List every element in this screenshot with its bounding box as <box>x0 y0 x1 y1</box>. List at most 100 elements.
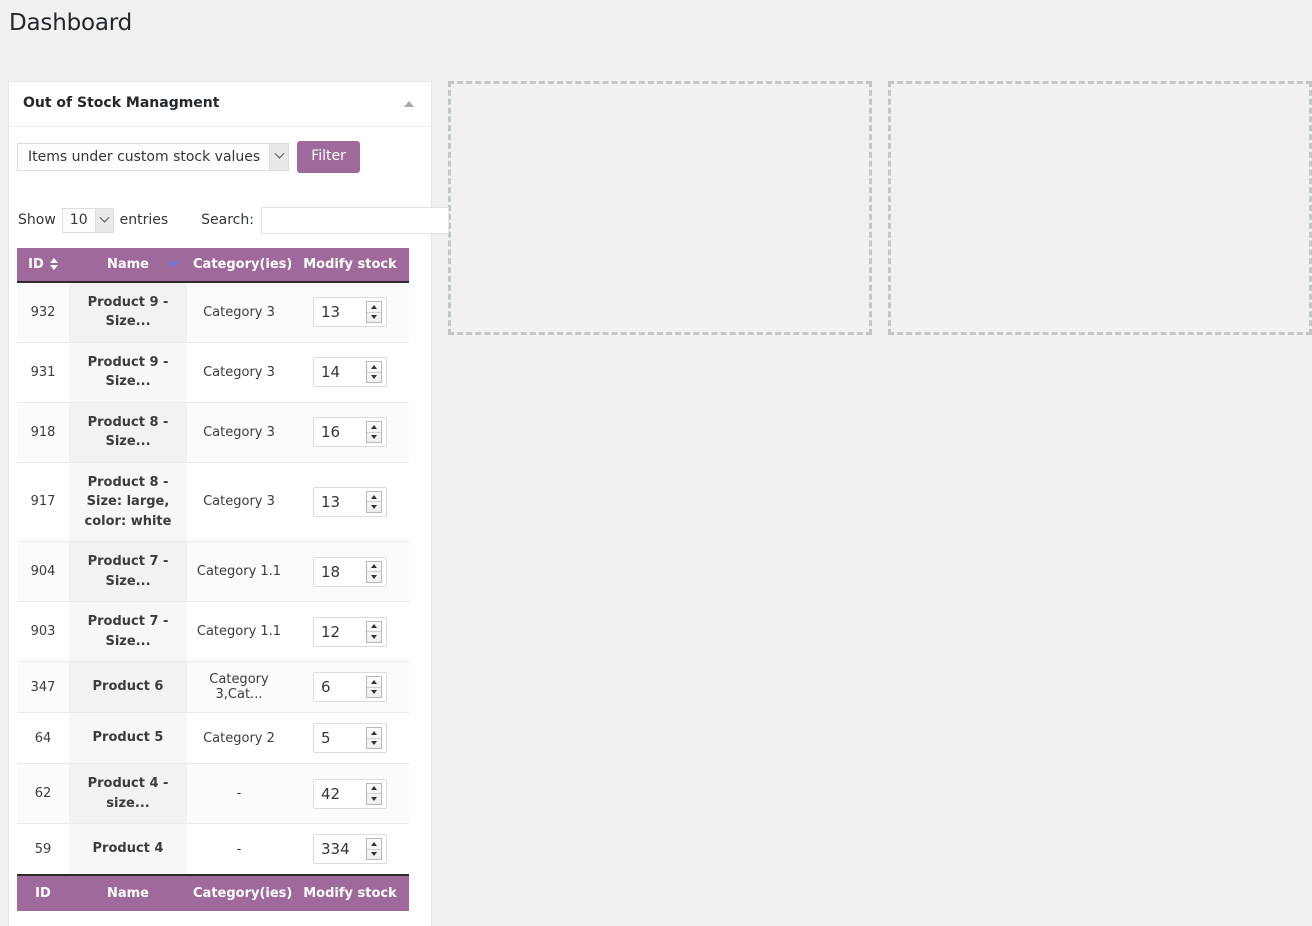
datatable-controls: Show 10 entries Search: <box>17 206 449 234</box>
stepper-increment-button[interactable] <box>367 728 381 739</box>
caret-up-icon <box>371 730 377 735</box>
stepper-increment-button[interactable] <box>367 492 381 503</box>
stock-filter-select-value: Items under custom stock values <box>28 148 261 165</box>
stock-stepper[interactable] <box>313 357 387 388</box>
table-header-row: ID Name Category(ies) Modify stock <box>17 247 409 283</box>
stepper-decrement-button[interactable] <box>367 688 381 698</box>
caret-down-icon <box>371 634 377 639</box>
stepper-buttons[interactable] <box>366 560 382 583</box>
stock-input[interactable] <box>314 779 366 808</box>
stepper-increment-button[interactable] <box>367 562 381 573</box>
stock-input[interactable] <box>314 358 366 387</box>
search-input[interactable] <box>260 206 449 234</box>
widget-dropzone-right[interactable] <box>888 80 1312 335</box>
stock-stepper[interactable] <box>313 834 387 865</box>
stepper-decrement-button[interactable] <box>367 850 381 860</box>
dashboard-column-right <box>888 43 1312 335</box>
chevron-down-icon[interactable] <box>94 208 113 232</box>
stock-input[interactable] <box>314 617 366 646</box>
stepper-increment-button[interactable] <box>367 677 381 688</box>
stock-stepper[interactable] <box>313 723 387 754</box>
stepper-decrement-button[interactable] <box>367 632 381 642</box>
column-header-id[interactable]: ID <box>17 247 69 283</box>
stepper-buttons[interactable] <box>366 727 382 750</box>
filter-button[interactable]: Filter <box>297 140 360 173</box>
stepper-increment-button[interactable] <box>367 302 381 313</box>
stepper-increment-button[interactable] <box>367 422 381 433</box>
stepper-increment-button[interactable] <box>367 622 381 633</box>
footer-column-categories: Category(ies) <box>187 874 292 912</box>
stock-table-head: ID Name Category(ies) Modify stock <box>17 247 409 283</box>
stepper-buttons[interactable] <box>366 421 382 444</box>
caret-up-icon <box>371 624 377 629</box>
table-row: 918 Product 8 - Size... Category 3 <box>17 402 409 463</box>
page-title: Dashboard <box>9 10 132 36</box>
stepper-increment-button[interactable] <box>367 784 381 795</box>
stepper-buttons[interactable] <box>366 490 382 513</box>
stepper-decrement-button[interactable] <box>367 502 381 512</box>
stepper-decrement-button[interactable] <box>367 433 381 443</box>
stepper-buttons[interactable] <box>366 620 382 643</box>
stepper-decrement-button[interactable] <box>367 794 381 804</box>
stepper-increment-button[interactable] <box>367 362 381 373</box>
cell-id: 59 <box>17 823 69 876</box>
caret-up-icon <box>371 564 377 569</box>
length-prefix-label: Show <box>18 212 56 229</box>
caret-up-glyph <box>404 100 414 107</box>
stepper-decrement-button[interactable] <box>367 373 381 383</box>
cell-category: - <box>187 823 291 876</box>
caret-down-icon <box>371 852 377 857</box>
dashboard-columns: Out of Stock Managment Items under custo… <box>0 43 1312 926</box>
stock-input[interactable] <box>314 724 366 753</box>
caret-down-icon <box>371 435 377 440</box>
stepper-buttons[interactable] <box>366 838 382 861</box>
dashboard-column-left: Out of Stock Managment Items under custo… <box>8 43 449 926</box>
caret-down-icon <box>371 375 377 380</box>
chevron-down-icon[interactable] <box>269 143 289 170</box>
stepper-increment-button[interactable] <box>367 839 381 850</box>
stepper-decrement-button[interactable] <box>367 739 381 749</box>
stock-stepper[interactable] <box>313 297 387 328</box>
stepper-buttons[interactable] <box>366 676 382 699</box>
cell-category: Category 1.1 <box>187 541 291 603</box>
caret-up-icon[interactable] <box>399 94 419 114</box>
widget-header[interactable]: Out of Stock Managment <box>9 82 431 127</box>
column-header-name[interactable]: Name <box>69 247 187 283</box>
stock-stepper[interactable] <box>313 486 387 517</box>
cell-name: Product 8 - Size: large, color: white <box>69 462 187 543</box>
stock-stepper[interactable] <box>313 778 387 809</box>
stock-input[interactable] <box>314 835 366 864</box>
stock-stepper[interactable] <box>313 417 387 448</box>
stepper-buttons[interactable] <box>366 782 382 805</box>
caret-down-icon <box>371 505 377 510</box>
sort-desc-active-icon <box>169 260 179 268</box>
stock-input[interactable] <box>314 673 366 702</box>
column-header-categories[interactable]: Category(ies) <box>187 247 307 283</box>
stock-stepper[interactable] <box>313 556 387 587</box>
column-header-categories-inner: Category(ies) <box>193 257 307 272</box>
cell-id: 903 <box>17 601 69 663</box>
stepper-buttons[interactable] <box>366 361 382 384</box>
cell-category: Category 1.1 <box>187 601 291 663</box>
widget-dropzone-middle[interactable] <box>448 80 872 335</box>
stock-input[interactable] <box>314 557 366 586</box>
stepper-buttons[interactable] <box>366 301 382 324</box>
stock-input[interactable] <box>314 418 366 447</box>
cell-category: Category 3 <box>187 342 291 403</box>
column-header-id-label: ID <box>28 256 44 272</box>
entries-per-page-select[interactable]: 10 <box>61 207 114 233</box>
cell-category: Category 2 <box>187 712 291 765</box>
stock-filter-select[interactable]: Items under custom stock values <box>17 142 290 171</box>
stepper-decrement-button[interactable] <box>367 572 381 582</box>
widget-body: Items under custom stock values Filter S… <box>9 127 449 926</box>
table-footer-row: ID Name Category(ies) Modify stock <box>17 874 409 912</box>
stock-stepper[interactable] <box>313 672 387 703</box>
cell-id: 64 <box>17 712 69 765</box>
cell-name: Product 7 - Size... <box>69 601 187 663</box>
stock-input[interactable] <box>314 487 366 516</box>
cell-name: Product 8 - Size... <box>69 402 187 463</box>
stepper-decrement-button[interactable] <box>367 313 381 323</box>
stock-stepper[interactable] <box>313 616 387 647</box>
column-header-modify-stock-label: Modify stock <box>303 256 397 272</box>
stock-input[interactable] <box>314 298 366 327</box>
